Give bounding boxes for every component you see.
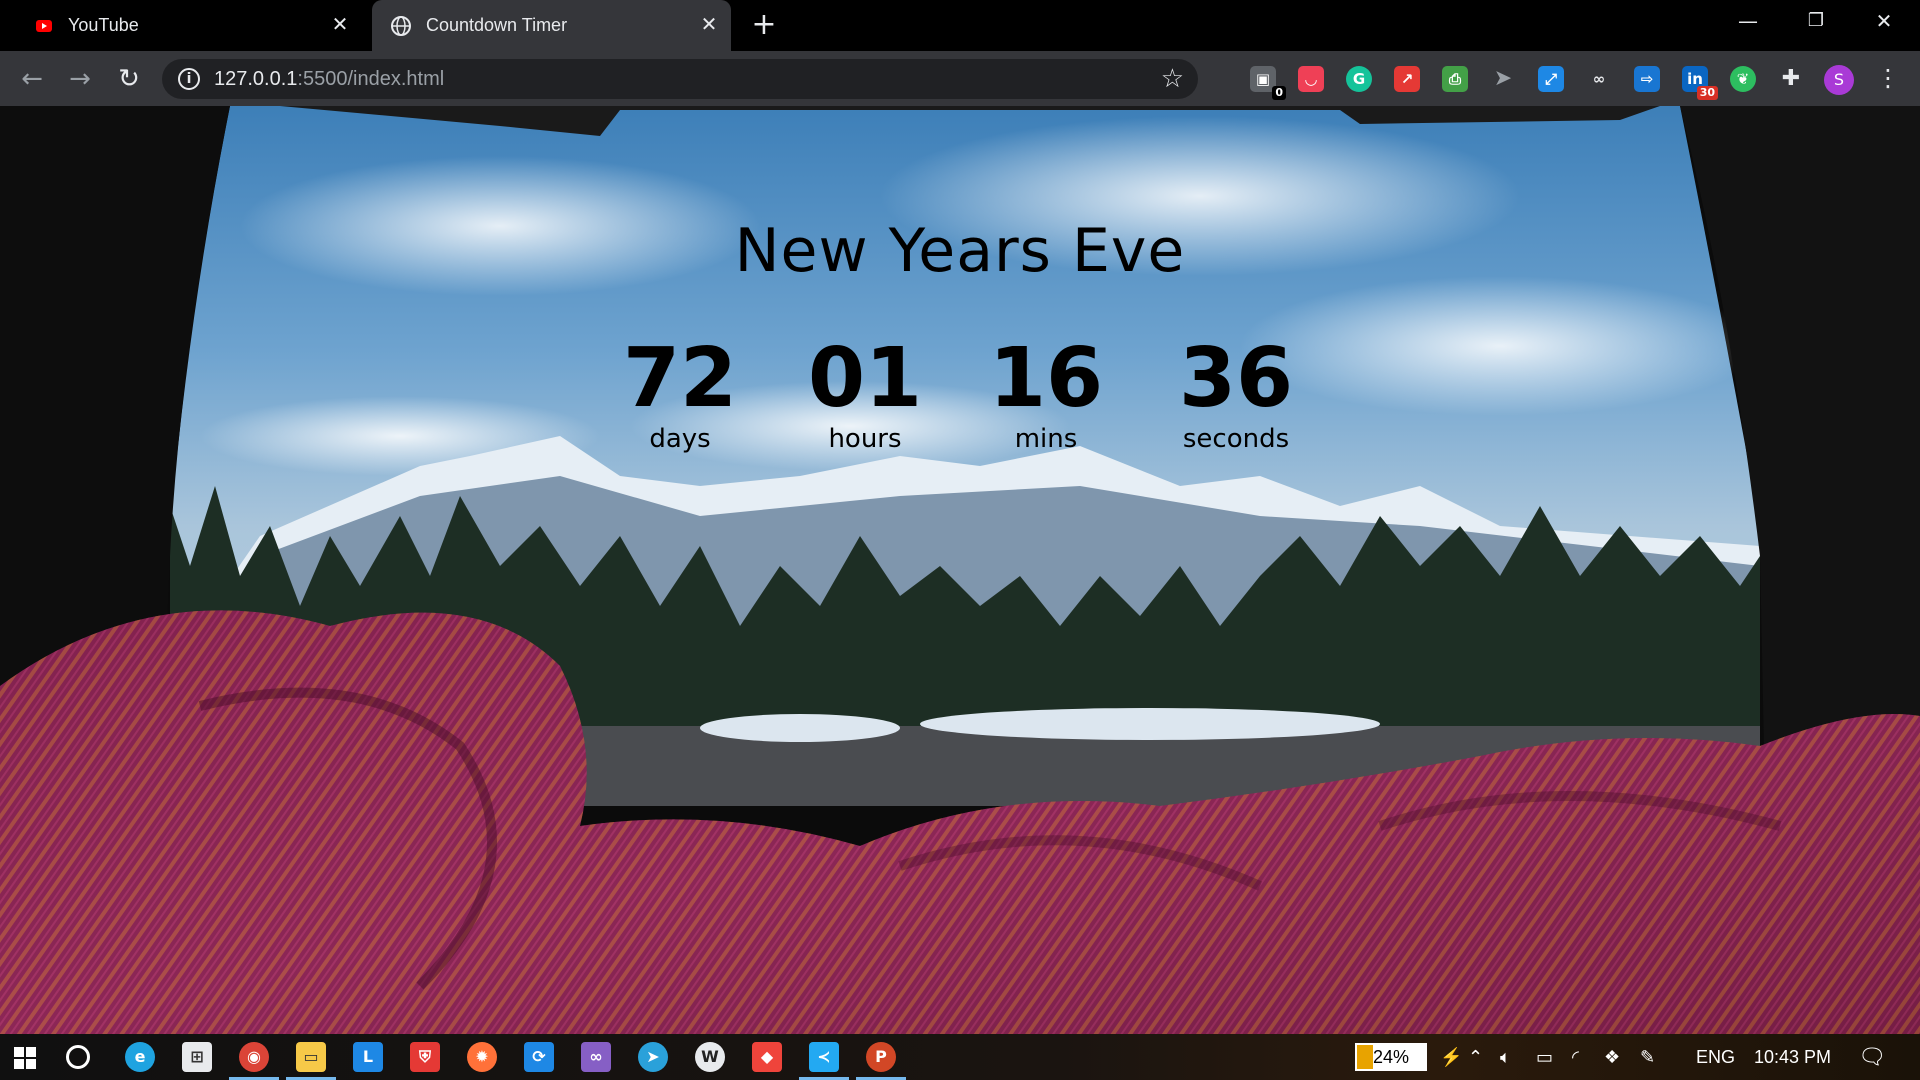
visual-studio-icon[interactable]: ∞ [581, 1042, 611, 1072]
tab-title: YouTube [68, 15, 139, 35]
linkedin-extension-icon[interactable]: in 30 [1682, 66, 1718, 100]
extension-badge: 0 [1272, 86, 1286, 100]
pocket-extension-icon[interactable]: ◡ [1298, 66, 1324, 92]
toolbox-extension-icon[interactable]: ▣ 0 [1250, 66, 1286, 100]
l-app-icon[interactable]: L [353, 1042, 383, 1072]
address-bar[interactable]: i 127.0.0.1:5500/index.html ☆ [162, 59, 1198, 99]
bookmark-star-icon[interactable]: ☆ [1161, 64, 1184, 94]
browser-toolbar: ← → ↻ i 127.0.0.1:5500/index.html ☆ ▣ 0 ◡… [0, 51, 1920, 106]
url-path: :5500/index.html [297, 68, 445, 90]
wifi-icon[interactable]: ◜ [1572, 1047, 1579, 1068]
arrow-extension-icon[interactable]: ↗ [1394, 66, 1420, 92]
days-value: 72 [622, 331, 738, 426]
windows-taskbar: e ⊞ ◉ ▭ L ⛨ ✹ ⟳ ∞ ➤ W ◆ ≺ P 24% ⚡ ⌃ 🔈︎ ▭… [0, 1034, 1920, 1080]
charging-icon: ⚡ [1440, 1047, 1463, 1067]
seconds-value: 36 [1178, 331, 1294, 426]
profile-avatar[interactable]: S [1824, 65, 1854, 95]
puzzle-extensions-icon[interactable]: ✚ [1778, 66, 1804, 92]
minimize-button[interactable]: — [1714, 0, 1782, 42]
vscode-icon[interactable]: ≺ [799, 1042, 849, 1080]
glasses-extension-icon[interactable]: ∞ [1586, 66, 1612, 92]
battery-indicator[interactable]: 24% [1355, 1043, 1427, 1071]
file-explorer-icon[interactable]: ▭ [286, 1042, 336, 1080]
anydesk-icon[interactable]: ◆ [752, 1042, 782, 1072]
mins-label: mins [1014, 424, 1078, 454]
tab-countdown-timer[interactable]: Countdown Timer ✕ [372, 0, 731, 51]
url-host: 127.0.0.1 [214, 68, 298, 90]
bird-extension-icon[interactable]: ➤ [1490, 66, 1516, 92]
tab-title: Countdown Timer [426, 15, 568, 35]
close-tab-icon[interactable]: ✕ [330, 15, 350, 35]
countdown-hours: 01 hours [807, 331, 923, 455]
reload-button[interactable]: ↻ [112, 62, 146, 96]
chevron-up-icon[interactable]: ⌃ [1468, 1047, 1483, 1068]
notifications-icon[interactable]: 🗨︎ [1858, 1044, 1886, 1070]
countdown-timer: 72 days 01 hours 16 mins 36 seconds [0, 334, 1920, 464]
restore-button[interactable]: ❐ [1782, 0, 1850, 42]
youtube-icon [36, 19, 52, 32]
countdown-days: 72 days [622, 331, 738, 455]
kebab-menu-icon[interactable]: ⋮ [1876, 63, 1900, 93]
countdown-seconds: 36 seconds [1178, 331, 1294, 455]
clock[interactable]: 10:43 PM [1754, 1047, 1831, 1068]
seconds-label: seconds [1182, 424, 1290, 454]
pen-icon[interactable]: ✎ [1640, 1047, 1655, 1068]
resize-extension-icon[interactable]: ⤢ [1538, 66, 1564, 92]
tab-strip: YouTube ✕ Countdown Timer ✕ + — ❐ ✕ [0, 0, 1920, 51]
globe-icon [391, 15, 411, 36]
firefox-icon[interactable]: ✹ [467, 1042, 497, 1072]
tab-youtube[interactable]: YouTube ✕ [22, 0, 362, 51]
close-window-button[interactable]: ✕ [1850, 0, 1918, 42]
grammarly-extension-icon[interactable]: G [1346, 66, 1372, 92]
hours-label: hours [828, 424, 902, 454]
forward-button[interactable]: → [63, 62, 97, 96]
countdown-container: New Years Eve [0, 216, 1920, 286]
w-app-icon[interactable]: W [695, 1042, 725, 1072]
days-label: days [649, 424, 711, 454]
evernote-extension-icon[interactable]: ❦ [1730, 66, 1756, 92]
mins-value: 16 [988, 331, 1104, 426]
page-viewport: New Years Eve 72 days 01 hours 16 mins 3… [0, 106, 1920, 1034]
edge-icon[interactable]: e [125, 1042, 155, 1072]
windows-start-icon[interactable] [14, 1047, 36, 1069]
print-extension-icon[interactable]: ⎙ [1442, 66, 1468, 92]
extension-badge: 30 [1696, 86, 1718, 100]
back-button[interactable]: ← [15, 62, 49, 96]
powerpoint-icon[interactable]: P [856, 1042, 906, 1080]
chrome-icon[interactable]: ◉ [229, 1042, 279, 1080]
battery-percent: 24% [1372, 1047, 1410, 1067]
cortana-circle-icon[interactable] [66, 1045, 90, 1069]
url-text[interactable]: 127.0.0.1:5500/index.html [214, 68, 444, 91]
page-title: New Years Eve [734, 216, 1186, 286]
site-info-icon[interactable]: i [178, 68, 200, 90]
share-extension-icon[interactable]: ⇨ [1634, 66, 1660, 92]
new-tab-button[interactable]: + [748, 9, 780, 41]
countdown-mins: 16 mins [988, 331, 1104, 455]
close-tab-icon[interactable]: ✕ [699, 15, 719, 35]
volume-icon[interactable]: 🔈︎ [1500, 1047, 1511, 1068]
hours-value: 01 [807, 331, 923, 426]
telegram-icon[interactable]: ➤ [638, 1042, 668, 1072]
sync-app-icon[interactable]: ⟳ [524, 1042, 554, 1072]
store-icon[interactable]: ⊞ [182, 1042, 212, 1072]
shield-app-icon[interactable]: ⛨ [410, 1042, 440, 1072]
dropbox-icon[interactable]: ❖ [1604, 1047, 1620, 1068]
language-indicator[interactable]: ENG [1696, 1047, 1735, 1068]
power-icon[interactable]: ▭ [1536, 1047, 1553, 1068]
